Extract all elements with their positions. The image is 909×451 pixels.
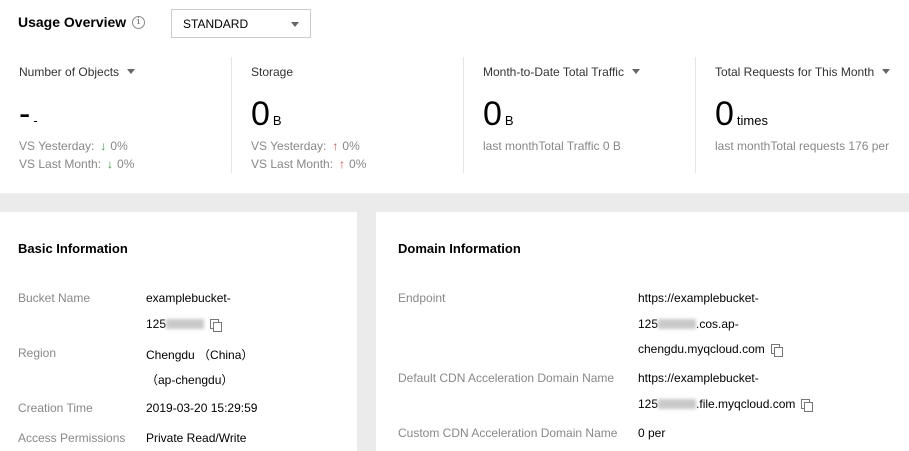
vs-last-month-row: VS Last Month: ↓ 0% [19, 157, 134, 171]
metric-unit: B [504, 113, 514, 128]
creation-time-label: Creation Time [18, 401, 93, 415]
metric-number: 0 [483, 95, 502, 133]
bucket-name-line1: examplebucket- [146, 291, 231, 305]
storage-class-select[interactable]: STANDARD [171, 9, 311, 38]
metric-value: 0B [483, 97, 514, 138]
vs-yesterday-row: VS Yesterday: ↓ 0% [19, 139, 128, 153]
domain-information-panel: Domain Information Endpoint https://exam… [376, 212, 909, 451]
bucket-name-line2: 125 [146, 317, 223, 332]
copy-icon[interactable] [770, 344, 783, 357]
metric-label: Month-to-Date Total Traffic [483, 65, 624, 79]
default-cdn-line2: 125 .file.myqcloud.com [638, 397, 814, 412]
vs-last-month-row: VS Last Month: ↑ 0% [251, 157, 366, 171]
vs-last-month-label: VS Last Month: [19, 157, 102, 171]
endpoint-suffix: .cos.ap- [696, 317, 739, 331]
custom-cdn-label: Custom CDN Acceleration Domain Name [398, 426, 618, 440]
default-cdn-label: Default CDN Acceleration Domain Name [398, 371, 615, 385]
metric-unit: times [736, 113, 768, 128]
arrow-up-icon: ↑ [339, 157, 346, 171]
default-cdn-suffix: .file.myqcloud.com [696, 397, 796, 411]
vs-yesterday-value: 0% [110, 139, 128, 153]
vs-yesterday-value: 0% [342, 139, 360, 153]
region-value-line1: Chengdu （China） [146, 348, 254, 362]
usage-overview-section: Usage Overview i STANDARD Number of Obje… [0, 0, 909, 193]
storage-class-value: STANDARD [183, 17, 249, 31]
vs-last-month-value: 0% [349, 157, 367, 171]
redacted-id [658, 399, 697, 409]
usage-overview-title: Usage Overview [18, 14, 127, 30]
metric-number: - [19, 95, 31, 133]
metric-note: last monthTotal Traffic 0 B [483, 139, 621, 153]
metric-label-dropdown[interactable]: Month-to-Date Total Traffic [483, 65, 640, 79]
domain-information-title: Domain Information [398, 241, 521, 256]
vs-yesterday-label: VS Yesterday: [19, 139, 95, 153]
copy-icon[interactable] [210, 319, 223, 332]
redacted-id [166, 319, 205, 329]
metric-label-dropdown[interactable]: Number of Objects [19, 65, 136, 79]
metric-total-requests: Total Requests for This Month 0 times las… [695, 57, 909, 173]
basic-information-title: Basic Information [18, 241, 128, 256]
metric-value: 0 times [715, 97, 768, 138]
endpoint-prefix: 125 [638, 317, 659, 331]
default-cdn-prefix: 125 [638, 397, 659, 411]
metric-note: last monthTotal requests 176 per [715, 139, 890, 153]
region-value-line2: （ap-chengdu） [146, 373, 234, 387]
info-icon[interactable]: i [132, 16, 145, 29]
arrow-down-icon: ↓ [100, 139, 107, 153]
bucket-name-label: Bucket Name [18, 291, 91, 305]
region-label: Region [18, 346, 57, 360]
custom-cdn-value: 0 per [638, 426, 666, 440]
chevron-down-icon [291, 22, 299, 27]
metric-storage: Storage 0B VS Yesterday: ↑ 0% VS Last Mont… [231, 57, 463, 173]
endpoint-label: Endpoint [398, 291, 446, 305]
metric-number: 0 [715, 95, 734, 133]
metric-month-traffic: Month-to-Date Total Traffic 0B last mont… [463, 57, 695, 173]
chevron-down-icon [127, 69, 136, 74]
arrow-down-icon: ↓ [107, 157, 114, 171]
metric-unit: - [33, 113, 38, 128]
metric-value: -- [19, 97, 38, 138]
access-permissions-value: Private Read/Write [146, 431, 247, 445]
creation-time-value: 2019-03-20 15:29:59 [146, 401, 258, 415]
metric-label-dropdown[interactable]: Total Requests for This Month [715, 65, 891, 79]
bucket-name-prefix: 125 [146, 317, 167, 331]
vs-last-month-value: 0% [117, 157, 135, 171]
vs-yesterday-label: VS Yesterday: [251, 139, 327, 153]
metric-label: Number of Objects [19, 65, 120, 79]
metric-label: Total Requests for This Month [715, 65, 875, 79]
metric-number-of-objects: Number of Objects -- VS Yesterday: ↓ 0% VS… [0, 57, 231, 173]
metric-number: 0 [251, 95, 270, 133]
endpoint-line3: chengdu.myqcloud.com [638, 342, 783, 357]
endpoint-host: chengdu.myqcloud.com [638, 342, 765, 356]
arrow-up-icon: ↑ [332, 139, 339, 153]
metric-value: 0B [251, 97, 282, 138]
copy-icon[interactable] [801, 399, 814, 412]
basic-information-panel: Basic Information Bucket Name examplebuc… [0, 212, 357, 451]
vs-last-month-label: VS Last Month: [251, 157, 334, 171]
redacted-id [658, 319, 697, 329]
chevron-down-icon [631, 69, 640, 74]
default-cdn-line1: https://examplebucket- [638, 371, 759, 385]
access-permissions-label: Access Permissions [18, 431, 126, 445]
chevron-down-icon [882, 69, 891, 74]
metric-unit: B [272, 113, 282, 128]
endpoint-line1: https://examplebucket- [638, 291, 759, 305]
endpoint-line2: 125 .cos.ap- [638, 317, 739, 331]
metric-label: Storage [251, 65, 294, 79]
vs-yesterday-row: VS Yesterday: ↑ 0% [251, 139, 360, 153]
